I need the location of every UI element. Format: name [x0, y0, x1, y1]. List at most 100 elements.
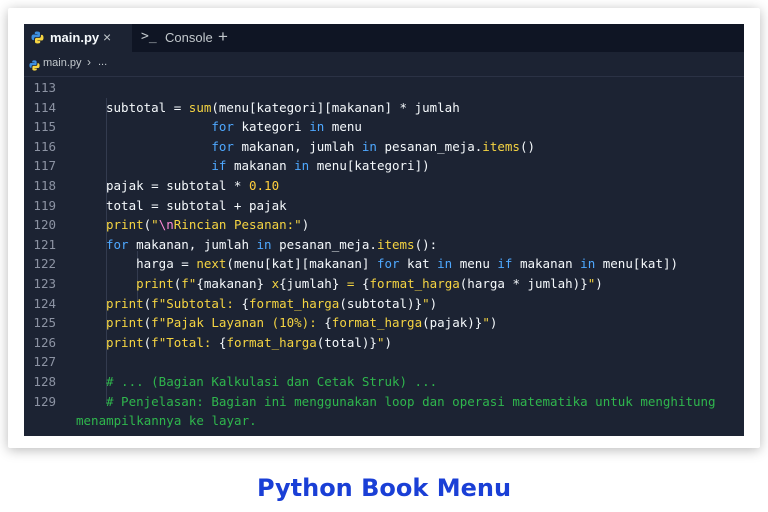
- code-token: menampilkannya ke layar.: [76, 413, 257, 429]
- caption-title: Python Book Menu: [256, 474, 512, 502]
- code-token: ): [489, 315, 498, 331]
- code-token: print: [106, 315, 144, 331]
- code-token: (pajak)}: [422, 315, 483, 331]
- code-token: x: [271, 276, 280, 291]
- code-token: (harga * jumlah)}: [459, 276, 588, 291]
- code-token: {jumlah}: [279, 276, 347, 291]
- code-token: makanan, jumlah: [233, 138, 362, 154]
- add-tab-button[interactable]: +: [218, 27, 228, 47]
- line-number: 126: [33, 334, 56, 350]
- code-token: f": [181, 276, 197, 291]
- code-token: =: [346, 276, 362, 291]
- line-number: 124: [33, 295, 56, 311]
- code-line: print(f"{makanan} x{jumlah} = {format_ha…: [106, 276, 603, 291]
- code-token: print: [106, 334, 144, 350]
- code-token: subtotal =: [106, 99, 189, 115]
- code-token: ): [595, 276, 603, 291]
- breadcrumb: main.py › ...: [24, 52, 744, 77]
- console-icon: >_: [141, 29, 157, 44]
- code-token: kat: [399, 256, 438, 272]
- code-token: in: [437, 256, 453, 272]
- code-token: # ... (Bagian Kalkulasi dan Cetak Struk)…: [106, 374, 438, 389]
- tab-label: Console: [165, 30, 213, 45]
- line-number: 120: [33, 217, 56, 233]
- code-line: if makanan in menu[kategori]): [106, 158, 429, 174]
- code-token: ": [376, 334, 385, 350]
- code-line: pajak = subtotal * 0.10: [106, 178, 279, 193]
- code-token: format_harga: [331, 315, 423, 331]
- line-number: 114: [33, 99, 56, 115]
- code-token: 0.10: [249, 178, 280, 193]
- code-token: if: [497, 256, 513, 272]
- code-token: items: [482, 138, 520, 154]
- code-token: f"Total:: [151, 334, 219, 350]
- tab-console[interactable]: >_ Console: [132, 24, 228, 52]
- code-line: # Penjelasan: Bagian ini menggunakan loo…: [106, 394, 716, 409]
- code-token: in: [361, 138, 377, 154]
- code-token: harga =: [106, 256, 197, 272]
- code-token: for: [211, 119, 234, 135]
- code-token: menu: [324, 119, 362, 135]
- code-token: (subtotal)}: [339, 295, 423, 311]
- code-token: (menu[kategori][makanan] * jumlah: [211, 99, 460, 115]
- python-file-icon: [31, 31, 44, 49]
- code-line: total = subtotal + pajak: [106, 198, 287, 213]
- breadcrumb-file[interactable]: main.py: [43, 57, 82, 69]
- code-token: next: [196, 256, 227, 272]
- code-token: makanan: [512, 256, 581, 272]
- code-token: in: [294, 158, 310, 174]
- code-editor: main.py × >_ Console + main.py › ... 113…: [24, 24, 744, 436]
- code-token: ): [429, 295, 438, 311]
- code-line: for kategori in menu: [106, 119, 362, 134]
- line-number: 117: [33, 158, 56, 174]
- line-number: 118: [33, 178, 56, 193]
- code-token: in: [256, 236, 272, 252]
- code-token: pajak = subtotal *: [106, 178, 249, 193]
- line-number: 115: [33, 119, 56, 135]
- code-token: ": [422, 295, 430, 311]
- code-token: ): [301, 217, 310, 233]
- line-number: 122: [33, 256, 56, 272]
- line-number: 128: [33, 374, 56, 389]
- code-token: (menu[kat][makanan]: [226, 256, 377, 272]
- code-token: # Penjelasan: Bagian ini menggunakan loo…: [106, 393, 716, 409]
- code-token: sum: [188, 99, 212, 115]
- code-token: f"Pajak Layanan (10%):: [151, 315, 325, 331]
- line-number: 127: [33, 354, 56, 370]
- code-token: ): [384, 334, 393, 350]
- code-token: total = subtotal + pajak: [106, 197, 287, 213]
- code-line: print(f"Total: {format_harga(total)}"): [106, 335, 392, 350]
- code-token: menu: [452, 256, 498, 272]
- close-icon[interactable]: ×: [103, 29, 111, 45]
- code-line: for makanan, jumlah in pesanan_meja.item…: [106, 139, 535, 154]
- code-line: print(f"Subtotal: {format_harga(subtotal…: [106, 296, 437, 311]
- code-line: for makanan, jumlah in pesanan_meja.item…: [106, 237, 437, 252]
- code-token: for: [106, 236, 129, 252]
- line-number: 113: [33, 80, 56, 95]
- code-line: menampilkannya ke layar.: [76, 413, 257, 428]
- code-token: pesanan_meja.: [376, 138, 483, 154]
- tab-bar: main.py × >_ Console +: [24, 24, 744, 52]
- line-number: 125: [33, 315, 56, 331]
- code-token: {: [241, 295, 250, 311]
- code-area[interactable]: 113 114 subtotal = sum(menu[kategori][maka…: [24, 76, 744, 436]
- code-line: print("\nRincian Pesanan:"): [106, 217, 309, 232]
- breadcrumb-more[interactable]: ...: [98, 56, 107, 68]
- code-token: menu[kat]): [595, 256, 679, 272]
- code-token: in: [309, 119, 325, 135]
- line-number: 123: [33, 276, 56, 291]
- line-number: 121: [33, 236, 56, 252]
- tab-main-py[interactable]: main.py ×: [24, 24, 132, 52]
- code-token: print: [106, 217, 144, 233]
- code-token: print: [136, 276, 174, 291]
- code-token: format_harga: [226, 334, 317, 350]
- code-token: makanan: [226, 158, 295, 174]
- code-token: (): [519, 138, 535, 154]
- line-number: 129: [33, 393, 56, 409]
- code-token: f"Subtotal:: [151, 295, 242, 311]
- code-token: ": [482, 315, 490, 331]
